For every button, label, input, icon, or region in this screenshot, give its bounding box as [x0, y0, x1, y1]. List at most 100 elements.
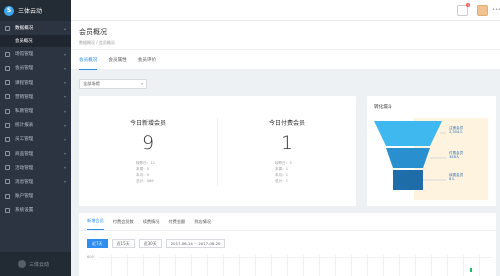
tab-visits[interactable]: 到店情况 [194, 213, 211, 230]
grid-line [415, 255, 416, 276]
chevron-down-icon: ▾ [141, 82, 143, 86]
tab-renewals[interactable]: 续费情况 [143, 213, 160, 230]
grid-line [223, 255, 224, 276]
chevron-down-icon: ▾ [63, 122, 66, 128]
app-name: 三体云动 [18, 8, 43, 15]
tab-member-attributes[interactable]: 会员属性 [108, 50, 126, 70]
stat-value: 1 [280, 132, 294, 154]
stat-detail-row: 总计：469 [136, 179, 154, 183]
conversion-funnel-card: 转化漏斗 注册会员 2,304人 付费会员 348人 续费会员 8人 [367, 96, 496, 206]
grid-line [383, 255, 384, 276]
grid-line [479, 255, 480, 276]
topbar: 1 ••• [71, 0, 500, 21]
avatar[interactable] [477, 5, 488, 16]
grid-line [239, 255, 240, 276]
sidebar-subitem-label: 会员概况 [15, 39, 33, 45]
sidebar-item-label: 统计报表 [15, 123, 34, 129]
sidebar-item-marketing[interactable]: 营销管理 ▾ [0, 90, 71, 104]
venue-select[interactable]: 全部场馆 ▾ [79, 79, 147, 89]
grid-line [367, 255, 368, 276]
sidebar-item-data-overview[interactable]: 数据概况 ▴ [0, 21, 71, 35]
stat-title: 今日付费会员 [268, 120, 305, 127]
grid-line [207, 255, 208, 276]
range-7-days-button[interactable]: 近7天 [87, 239, 108, 248]
trend-card: 新增会员 付费会员数 续费情况 付费金额 到店情况 近7天 近15天 近30天 … [79, 213, 496, 276]
grid-line [319, 255, 320, 276]
stat-value: 9 [141, 132, 155, 154]
tab-member-reviews[interactable]: 会员评价 [138, 50, 156, 70]
sidebar-item-settings[interactable]: 系统设置 [0, 203, 71, 217]
chevron-up-icon: ▴ [63, 25, 66, 31]
grid-line [127, 255, 128, 276]
sidebar-subitem-member-overview[interactable]: 会员概况 [0, 35, 71, 48]
notification-badge: 1 [466, 3, 470, 7]
sidebar-footer-brand: 三体云动 [0, 252, 71, 276]
dashboard-icon [5, 25, 10, 31]
stat-details: 较昨日：3 本周：1 本月：1 总计：1 [275, 160, 299, 184]
grid-line [335, 255, 336, 276]
sidebar-item-venue[interactable]: 场馆管理 ▾ [0, 47, 71, 61]
stat-title: 今日新增会员 [129, 120, 166, 127]
venue-icon [5, 51, 10, 57]
funnel-label-paid: 付费会员 348人 [449, 151, 463, 159]
trainer-icon [5, 108, 10, 114]
notification-button[interactable]: 1 [457, 3, 470, 16]
sidebar-item-label: 课程管理 [15, 80, 34, 86]
grid-line [463, 255, 464, 276]
grid-line [175, 255, 176, 276]
stat-details: 较昨日：12 本周：0 本月：0 总计：469 [136, 160, 160, 184]
messages-icon [5, 179, 10, 185]
sidebar-item-staff[interactable]: 员工管理 ▾ [0, 132, 71, 146]
footer-brand-text: 三体云动 [29, 261, 50, 268]
settings-icon [5, 207, 10, 213]
chevron-down-icon: ▾ [63, 51, 66, 57]
more-icon[interactable]: ••• [492, 7, 500, 13]
sidebar-item-products[interactable]: 商品管理 ▾ [0, 147, 71, 161]
funnel-title: 转化漏斗 [374, 105, 393, 110]
sidebar-item-accounts[interactable]: 账户管理 [0, 189, 71, 203]
tab-paid-members[interactable]: 付费会员数 [113, 213, 134, 230]
chevron-down-icon: ▾ [63, 179, 66, 185]
sidebar-item-label: 私教管理 [15, 109, 34, 115]
stat-paid-members: 今日付费会员 1 较昨日：3 本周：1 本月：1 总计：1 [218, 96, 356, 206]
chevron-down-icon: ▾ [63, 136, 66, 142]
funnel-stage-value: 8人 [449, 177, 455, 182]
sidebar-item-activities[interactable]: 活动管理 ▾ [0, 161, 71, 175]
range-15-days-button[interactable]: 近15天 [111, 239, 135, 248]
date-range-picker[interactable]: 2017-06-14 ~ 2017-06-20 [165, 239, 226, 248]
tab-member-overview[interactable]: 会员概况 [79, 50, 98, 70]
brand[interactable]: S 三体云动 [0, 0, 71, 21]
range-30-days-button[interactable]: 近30天 [138, 239, 162, 248]
breadcrumb[interactable]: 数据概况 / 会员概况 [79, 40, 492, 46]
funnel-stage-value: 2,304人 [449, 130, 463, 135]
page-header: 会员概况 数据概况 / 会员概况 [71, 21, 500, 49]
sidebar-item-label: 数据概况 [15, 26, 34, 32]
sidebar-item-reports[interactable]: 统计报表 ▾ [0, 118, 71, 132]
chevron-down-icon: ▾ [63, 151, 66, 157]
chevron-down-icon: ▾ [63, 165, 66, 171]
sidebar-item-label: 消息管理 [15, 179, 34, 185]
grid-line [431, 255, 432, 276]
app-logo-icon: S [4, 5, 14, 16]
funnel-stage-1 [374, 121, 442, 146]
sidebar-item-courses[interactable]: 课程管理 ▾ [0, 76, 71, 90]
stats-card: 今日新增会员 9 较昨日：12 本周：0 本月：0 总计：469 今日付费会员 … [79, 96, 356, 206]
grid-line [255, 255, 256, 276]
series-marker [470, 268, 472, 272]
sidebar-item-messages[interactable]: 消息管理 ▾ [0, 175, 71, 189]
sidebar-item-members[interactable]: 会员管理 ▾ [0, 61, 71, 75]
tab-paid-amount[interactable]: 付费金额 [168, 213, 185, 230]
tab-new-members[interactable]: 新增会员 [87, 213, 104, 230]
sidebar: S 三体云动 数据概况 ▴ 会员概况 场馆管理 ▾ 会员管理 ▾ 课程管理 ▾ [0, 0, 71, 276]
marketing-icon [5, 94, 10, 100]
sidebar-item-label: 商品管理 [15, 151, 34, 157]
account-icon [5, 193, 10, 199]
sidebar-item-label: 营销管理 [15, 94, 34, 100]
sidebar-item-private-training[interactable]: 私教管理 ▾ [0, 104, 71, 118]
sidebar-item-label: 活动管理 [15, 165, 34, 171]
funnel-label-registered: 注册会员 2,304人 [449, 126, 463, 134]
sidebar-item-label: 会员管理 [15, 66, 34, 72]
sidebar-item-label: 员工管理 [15, 137, 34, 143]
range-controls: 近7天 近15天 近30天 2017-06-14 ~ 2017-06-20 [87, 239, 226, 248]
funnel-chart [374, 118, 488, 200]
